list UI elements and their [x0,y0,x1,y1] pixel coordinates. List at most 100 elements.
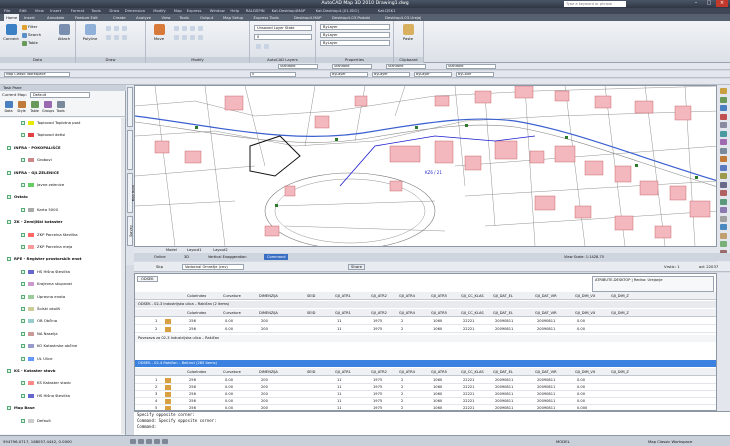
row-edit-icon[interactable] [165,392,171,397]
column-header[interactable]: GJI_DIM_VX [575,369,595,375]
tool-icon[interactable] [720,88,727,94]
command-tab[interactable]: Online [154,254,166,260]
feature-class-dropdown[interactable]: Vodocnal Omrežje (cev) [182,264,244,270]
column-header[interactable]: GJI_DAT_VIR [535,293,557,299]
layer-row[interactable]: Šolski okoliš [0,305,122,313]
ribbon-tab[interactable]: Annotate [45,14,66,21]
column-header[interactable]: GJI_ATR1 [335,310,351,316]
ribbon-tab[interactable]: View [160,14,173,21]
layer-visibility-checkbox[interactable] [21,381,25,386]
tool-icon[interactable] [720,113,727,120]
table-style-dropdown[interactable]: Standard [386,64,426,69]
search-button[interactable]: Search [22,32,41,38]
copy-icon[interactable] [174,26,179,31]
column-header[interactable]: Curvature [223,369,241,375]
layer-row[interactable]: Toplovod Toplotna post [0,119,122,127]
tool-icon[interactable] [720,173,727,179]
column-header[interactable]: GJI_DIM_Z [611,369,629,375]
cogo-icon[interactable] [122,35,127,40]
layer-row[interactable]: HS Hišna številka [0,392,122,400]
table-row[interactable]: 1 256 0.00 200 11 1975 2 1060 22221 20090811 20090… [135,377,716,384]
command-tab[interactable]: 3D [184,254,189,260]
ribbon-tab[interactable]: Express Tools [252,14,281,21]
connect-button[interactable]: Connect [3,24,19,41]
layer-row[interactable]: UL Ulice [0,355,122,363]
layer-visibility-checkbox[interactable] [21,183,25,187]
layer-row[interactable]: HS Hišna številka [0,268,122,276]
layer-row[interactable]: INFRA - GJI.ZELENICE [0,169,122,177]
ribbon-tab[interactable]: Output [198,14,215,21]
task-pane-tool[interactable]: Table [29,101,40,113]
layer-row[interactable]: Ostalo [0,193,122,201]
column-header[interactable]: GJI_DAT_EL [493,293,513,299]
column-header[interactable]: GJI_ATR4 [399,310,415,316]
task-pane-tool[interactable]: Data [3,101,14,113]
layer-row[interactable]: Krajevna skupnost [0,280,122,288]
layer-row[interactable]: INFRA - POKOPALIŠČE [0,144,122,152]
current-layer-dropdown[interactable]: 0 [254,34,312,40]
layer-visibility-checkbox[interactable] [21,356,25,361]
column-header[interactable]: GJI_DIM_Z [611,310,629,316]
side-tab[interactable]: Map Explorer [127,130,138,170]
layer-visibility-checkbox[interactable] [7,170,11,175]
column-header[interactable]: DIMENZIJA [259,293,278,299]
arc-icon[interactable] [122,26,127,31]
column-header[interactable]: GJI_CC_KLAS [461,293,484,299]
tool-icon[interactable] [720,96,727,103]
layer-visibility-checkbox[interactable] [21,133,25,138]
layer-visibility-checkbox[interactable] [21,331,25,336]
column-header[interactable]: SEID [307,310,315,316]
mirror-icon[interactable] [174,35,179,40]
minimize-button[interactable]: – [690,0,702,7]
layer-visibility-checkbox[interactable] [21,158,25,163]
row-edit-icon[interactable] [165,399,171,404]
layer-state-dropdown[interactable]: Unsaved Layer State [254,25,312,31]
snap-icon[interactable] [130,439,136,444]
column-header[interactable]: GJI_DAT_VIR [535,369,557,375]
polyline-button[interactable]: Polyline [80,24,100,41]
ribbon-tab[interactable]: Create [111,14,128,21]
column-header[interactable]: GJI_CC_KLAS [461,369,484,375]
command-tab[interactable]: Vertical Exaggeration [208,254,247,260]
layer-visibility-checkbox[interactable] [7,257,11,262]
ribbon-tab[interactable]: Tools [178,14,191,21]
layer-row[interactable]: Default [0,417,122,425]
column-header[interactable]: GJI_ATR2 [371,369,387,375]
ribbon-tab[interactable]: Insert [22,14,37,21]
bylayer-color-dropdown[interactable]: ByLayer [330,72,368,77]
bylayer-lineweight-dropdown[interactable]: ByLayer [414,72,452,77]
layer-visibility-checkbox[interactable] [21,245,25,249]
tool-icon[interactable] [720,139,727,145]
tool-icon[interactable] [720,156,727,162]
help-search-input[interactable]: Type a keyword or phrase [564,1,626,7]
tool-icon[interactable] [720,122,727,128]
layer-visibility-checkbox[interactable] [21,294,25,299]
row-edit-icon[interactable] [165,319,171,324]
multileader-style-dropdown[interactable]: Standard [446,64,496,69]
column-header[interactable]: GJI_ATR4 [399,369,415,375]
color-dropdown[interactable]: ByLayer [320,24,390,30]
task-pane-tool[interactable]: Style [16,101,27,113]
row-edit-icon[interactable] [165,327,171,332]
data-table-scrollbar[interactable] [717,273,730,411]
current-map-dropdown[interactable]: Default [30,92,90,98]
column-header[interactable]: Colorlndex [187,293,206,299]
layer-visibility-checkbox[interactable] [21,393,25,398]
group-header-selected[interactable]: ODSEK - 02-4 Rakičan – Beltinci (285 ite… [135,360,716,367]
ribbon-tab[interactable]: Feature Edit [73,14,100,21]
column-header[interactable]: GJI_DIM_Z [611,293,629,299]
stretch-icon[interactable] [190,35,195,40]
layer-row[interactable]: RPE - Register prostorskih enot [0,255,122,263]
model-space-toggle[interactable]: MODEL [556,438,570,445]
command-tab[interactable]: Command [264,254,289,260]
osnap-icon[interactable] [162,439,168,444]
rotate-icon[interactable] [182,26,187,31]
layer-visibility-checkbox[interactable] [21,344,25,349]
maximize-button[interactable]: □ [703,0,715,7]
column-header[interactable]: DIMENZIJA [259,310,278,316]
layer-row[interactable]: KS Kataster stavb [0,379,122,387]
task-pane-tool[interactable]: Tools [55,101,66,113]
column-header[interactable]: Curvature [223,293,241,299]
view-scale[interactable]: View Scale: 1:1428.75 [564,254,604,260]
column-header[interactable]: SEID [307,369,315,375]
